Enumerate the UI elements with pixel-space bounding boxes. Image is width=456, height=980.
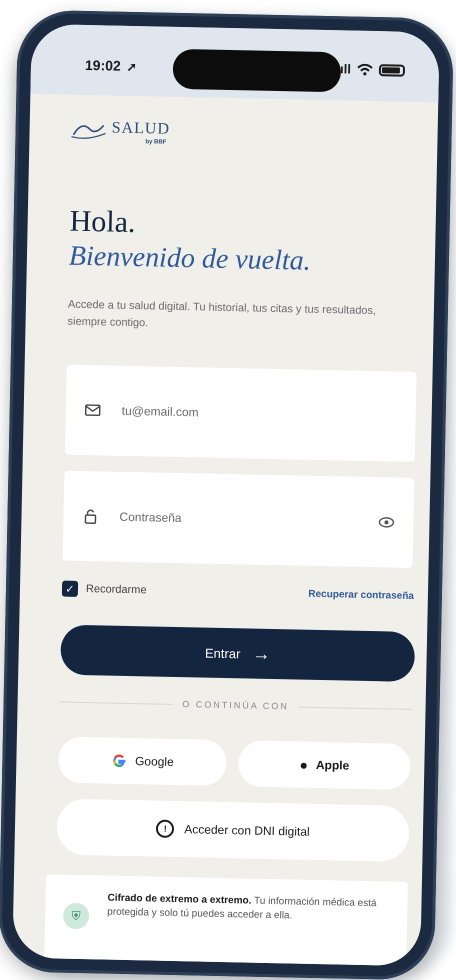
status-icons: ıll (339, 61, 406, 77)
status-time: 19:02 ➚ (85, 57, 137, 74)
dynamic-island (172, 48, 342, 93)
status-bar: 19:02 ➚ ıll (30, 23, 440, 103)
lock-icon (84, 509, 97, 524)
dni-login-button[interactable]: ! Acceder con DNI digital (56, 798, 410, 862)
show-password-icon[interactable] (377, 513, 395, 531)
welcome-subtitle: Accede a tu salud digital. Tu historial,… (67, 298, 377, 330)
welcome-title: Bienvenido de vuelta. (68, 240, 312, 277)
security-title: Cifrado de extremo a extremo. (107, 892, 252, 907)
logo-subtext: by BBF (145, 139, 167, 146)
login-options: ✓ Recordarme Recuperar contraseña (61, 580, 414, 604)
divider-label: O CONTINÚA CON (182, 699, 289, 712)
checkmark-icon[interactable]: ✓ (61, 580, 79, 597)
apple-icon: ● (299, 756, 309, 773)
apple-login-button[interactable]: ● Apple (237, 740, 411, 790)
logo-text: SALUD (111, 119, 171, 138)
app-screen: 19:02 ➚ ıll SALUD by BBF Hola. Bienvenid… (12, 23, 440, 967)
remember-me[interactable]: ✓ Recordarme (61, 580, 147, 599)
location-arrow-icon: ➚ (126, 59, 137, 75)
login-button-label: Entrar (204, 645, 241, 661)
google-login-button[interactable]: Google (57, 736, 227, 787)
time-text: 19:02 (84, 56, 121, 74)
email-field[interactable]: tu@email.com (64, 364, 417, 462)
id-card-icon: ! (156, 819, 175, 838)
shield-icon: ⛨ (62, 902, 90, 930)
google-icon (112, 754, 126, 767)
password-field[interactable]: Contraseña (62, 470, 415, 568)
battery-icon (378, 63, 406, 77)
divider-line (59, 701, 173, 705)
password-input[interactable]: Contraseña (119, 510, 377, 529)
forgot-password-link[interactable]: Recuperar contraseña (308, 588, 414, 601)
apple-label: Apple (315, 757, 350, 773)
signal-icon: ıll (339, 61, 352, 77)
divider-line (298, 706, 412, 710)
mail-icon (84, 404, 101, 417)
phone-frame: 19:02 ➚ ıll SALUD by BBF Hola. Bienvenid… (0, 9, 455, 980)
logo-mark-icon (71, 124, 106, 139)
security-notice: ⛨ Cifrado de extremo a extremo. Tu infor… (44, 874, 408, 967)
remember-label: Recordarme (85, 583, 147, 597)
email-input[interactable]: tu@email.com (122, 404, 398, 424)
wifi-icon (357, 63, 373, 75)
google-label: Google (134, 754, 174, 769)
social-divider: O CONTINÚA CON (59, 697, 412, 714)
dni-label: Acceder con DNI digital (184, 822, 310, 839)
arrow-right-icon: → (252, 643, 271, 664)
brand-logo: SALUD by BBF (69, 117, 171, 146)
login-button[interactable]: Entrar → (60, 624, 416, 682)
greeting-title: Hola. (69, 204, 136, 240)
